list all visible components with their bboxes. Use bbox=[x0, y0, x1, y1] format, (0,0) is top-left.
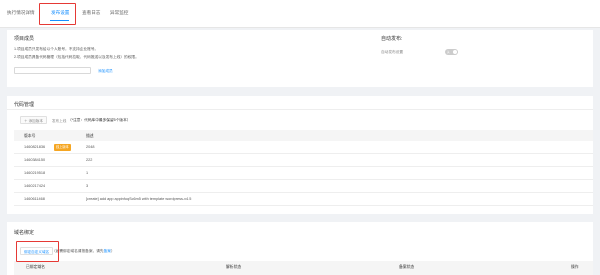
table-row: 1460217424 3 bbox=[14, 180, 593, 193]
auto-release-switch[interactable]: 关 bbox=[445, 49, 458, 55]
highlight-box-tab bbox=[39, 3, 76, 25]
code-divider bbox=[7, 109, 593, 110]
version-number: 1460219518 bbox=[24, 171, 46, 175]
version-number: 1460611468 bbox=[24, 197, 45, 201]
domain-hint-suffix: ） bbox=[111, 249, 115, 253]
table-row: 1460611468 [create] add app appinfoqSc6m… bbox=[14, 193, 593, 206]
table-header: 版本号 描述 bbox=[14, 130, 593, 141]
version-number: 1460384150 bbox=[24, 158, 46, 162]
column-actions: 操作 bbox=[571, 265, 579, 269]
online-version-badge: 线上版本 bbox=[54, 144, 71, 151]
members-note-2: 2.项目成员具备代码管理（包括代码拉取、代码推送以及发布上线）的权限。 bbox=[14, 55, 139, 59]
members-card: 项目成员 1.项目成员只发布给以个人账号，不支持企业账号。 2.项目成员具备代码… bbox=[7, 30, 593, 87]
column-version: 版本号 bbox=[24, 134, 36, 138]
version-number: 1460217424 bbox=[24, 184, 46, 188]
domain-binding-card: 域名绑定 绑定自定义域名 （如需绑定域名请按备案，请先备案） 已绑定域名 解析状… bbox=[7, 222, 593, 275]
version-description: 3 bbox=[86, 184, 89, 188]
tab-bar: 执行情况详情 发布设置 查看日志 异常监控 bbox=[0, 0, 600, 28]
version-limit-hint: （*注意：代码库中最多保留5个版本） bbox=[68, 118, 131, 122]
plus-icon: ＋ bbox=[24, 119, 28, 123]
column-filing-status: 备案状态 bbox=[399, 265, 415, 269]
table-row: 1460821836 线上版本 2048 bbox=[14, 141, 593, 154]
version-description: 2048 bbox=[86, 145, 95, 149]
table-row: 1460384150 222 bbox=[14, 154, 593, 167]
auto-release-label: 自动发布设置 bbox=[381, 50, 404, 54]
domain-hint-prefix: （如需绑定域名请按备案，请先 bbox=[52, 249, 104, 253]
add-version-label: 添加版本 bbox=[28, 119, 43, 123]
domain-table-header: 已绑定域名 解析状态 备案状态 操作 bbox=[14, 261, 593, 275]
column-description: 描述 bbox=[86, 134, 94, 138]
tab-exception-monitor[interactable]: 异常监控 bbox=[110, 10, 128, 16]
domain-binding-title: 域名绑定 bbox=[14, 230, 35, 236]
code-management-card: 代码管理 ＋ 添加版本 发布上线 （*注意：代码库中最多保留5个版本） 版本号 … bbox=[7, 96, 593, 214]
add-member-button[interactable]: 添加成员 bbox=[98, 69, 113, 74]
version-description: 1 bbox=[86, 171, 89, 175]
version-number: 1460821836 bbox=[24, 145, 46, 149]
filing-link[interactable]: 备案 bbox=[104, 249, 111, 253]
column-bound-domain: 已绑定域名 bbox=[26, 265, 45, 269]
table-row: 1460219518 1 bbox=[14, 167, 593, 180]
member-account-input[interactable] bbox=[14, 67, 91, 74]
add-version-button[interactable]: ＋ 添加版本 bbox=[20, 116, 47, 124]
code-management-title: 代码管理 bbox=[14, 102, 35, 108]
switch-knob bbox=[453, 50, 457, 54]
column-resolve-status: 解析状态 bbox=[226, 265, 242, 269]
switch-state-text: 关 bbox=[447, 51, 450, 54]
version-description: 222 bbox=[86, 158, 93, 162]
tab-view-logs[interactable]: 查看日志 bbox=[82, 10, 100, 16]
members-title: 项目成员 bbox=[14, 36, 35, 42]
domain-hint: （如需绑定域名请按备案，请先备案） bbox=[52, 249, 115, 254]
version-description: [create] add app appinfoqSc6m5 with temp… bbox=[86, 197, 192, 201]
members-note-1: 1.项目成员只发布给以个人账号，不支持企业账号。 bbox=[14, 47, 99, 51]
tab-execution-detail[interactable]: 执行情况详情 bbox=[7, 10, 35, 16]
auto-release-title: 自动发布: bbox=[381, 36, 403, 42]
highlight-box-domain-button bbox=[16, 241, 59, 262]
